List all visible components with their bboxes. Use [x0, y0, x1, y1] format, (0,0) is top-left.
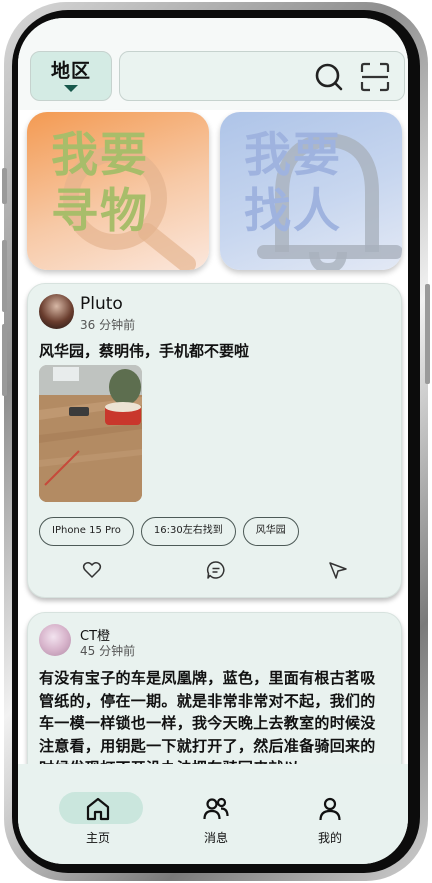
- nav-label: 我的: [317, 831, 342, 845]
- search-bar[interactable]: [119, 51, 405, 101]
- post-author[interactable]: Pluto: [80, 294, 123, 314]
- post-card[interactable]: Pluto 36 分钟前 风华园，蔡明伟，手机都不要啦 IPhone 15 Pr…: [27, 283, 402, 598]
- tag-list: IPhone 15 Pro 16:30左右找到 风华园: [39, 517, 299, 546]
- caret-down-icon: [64, 85, 78, 92]
- post-body: 有没有宝子的车是凤凰牌，蓝色，里面有根古茗吸管纸的，停在一期。就是非常非常对不起…: [39, 669, 376, 777]
- app-screen: 地区 我要 寻物 我要 找人 Pluto 36 分钟前 风华园，蔡明伟，手机都不…: [18, 18, 408, 864]
- volume-down-button: [2, 324, 7, 396]
- find-item-line-2: 寻物: [51, 184, 149, 239]
- person-icon: [319, 797, 341, 821]
- action-button: [2, 168, 7, 204]
- nav-item-messages[interactable]: 消息: [176, 792, 256, 848]
- find-item-line-1: 我要: [51, 128, 149, 183]
- post-actions: [28, 560, 401, 584]
- find-person-card[interactable]: 我要 找人: [220, 112, 402, 270]
- scan-icon[interactable]: [360, 62, 390, 92]
- search-icon[interactable]: [314, 62, 344, 92]
- tag-chip[interactable]: 16:30左右找到: [140, 517, 236, 546]
- volume-up-button: [2, 240, 7, 312]
- find-person-line-1: 我要: [244, 128, 342, 183]
- bottom-nav: 主页 消息 我的: [18, 764, 408, 864]
- top-bar: 地区: [18, 18, 408, 110]
- find-person-line-2: 找人: [244, 184, 342, 239]
- tag-chip[interactable]: 风华园: [242, 517, 299, 546]
- share-icon[interactable]: [328, 560, 348, 580]
- post-time: 45 分钟前: [80, 644, 136, 658]
- power-button: [425, 284, 430, 384]
- nav-item-home[interactable]: 主页: [58, 792, 143, 848]
- avatar[interactable]: [39, 624, 71, 656]
- heart-icon[interactable]: [82, 560, 102, 580]
- find-item-title: 我要 寻物: [51, 128, 149, 240]
- tag-chip[interactable]: IPhone 15 Pro: [39, 517, 134, 546]
- people-icon: [203, 797, 229, 820]
- region-label: 地区: [50, 60, 91, 82]
- nav-item-profile[interactable]: 我的: [290, 792, 370, 848]
- nav-label: 主页: [85, 831, 110, 845]
- home-icon: [86, 797, 110, 821]
- avatar[interactable]: [39, 294, 74, 329]
- post-title: 风华园，蔡明伟，手机都不要啦: [39, 342, 250, 360]
- comment-icon[interactable]: [206, 560, 226, 580]
- nav-label: 消息: [203, 831, 228, 845]
- post-photo[interactable]: [39, 365, 142, 502]
- photo-content: [39, 365, 142, 502]
- find-item-card[interactable]: 我要 寻物: [27, 112, 209, 270]
- find-person-title: 我要 找人: [244, 128, 342, 240]
- post-time: 36 分钟前: [80, 318, 136, 332]
- region-selector[interactable]: 地区: [30, 51, 112, 101]
